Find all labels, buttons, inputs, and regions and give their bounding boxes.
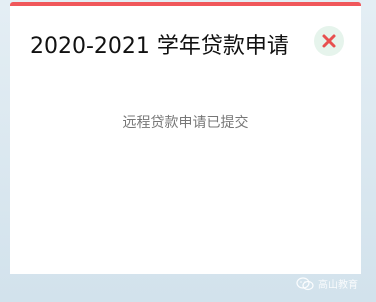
watermark-text: 高山教育 xyxy=(318,280,358,291)
dialog-title: 2020-2021 学年贷款申请 xyxy=(30,34,289,59)
submission-message: 远程贷款申请已提交 xyxy=(122,115,249,131)
close-icon xyxy=(322,34,336,48)
dialog-header: 2020-2021 学年贷款申请 xyxy=(10,6,361,66)
background: 2020-2021 学年贷款申请 远程贷款申请已提交 高山教育 xyxy=(0,0,376,302)
close-button[interactable] xyxy=(314,26,344,56)
wechat-icon xyxy=(296,276,314,290)
watermark: 高山教育 xyxy=(296,276,358,291)
loan-application-dialog: 2020-2021 学年贷款申请 远程贷款申请已提交 xyxy=(10,2,361,274)
